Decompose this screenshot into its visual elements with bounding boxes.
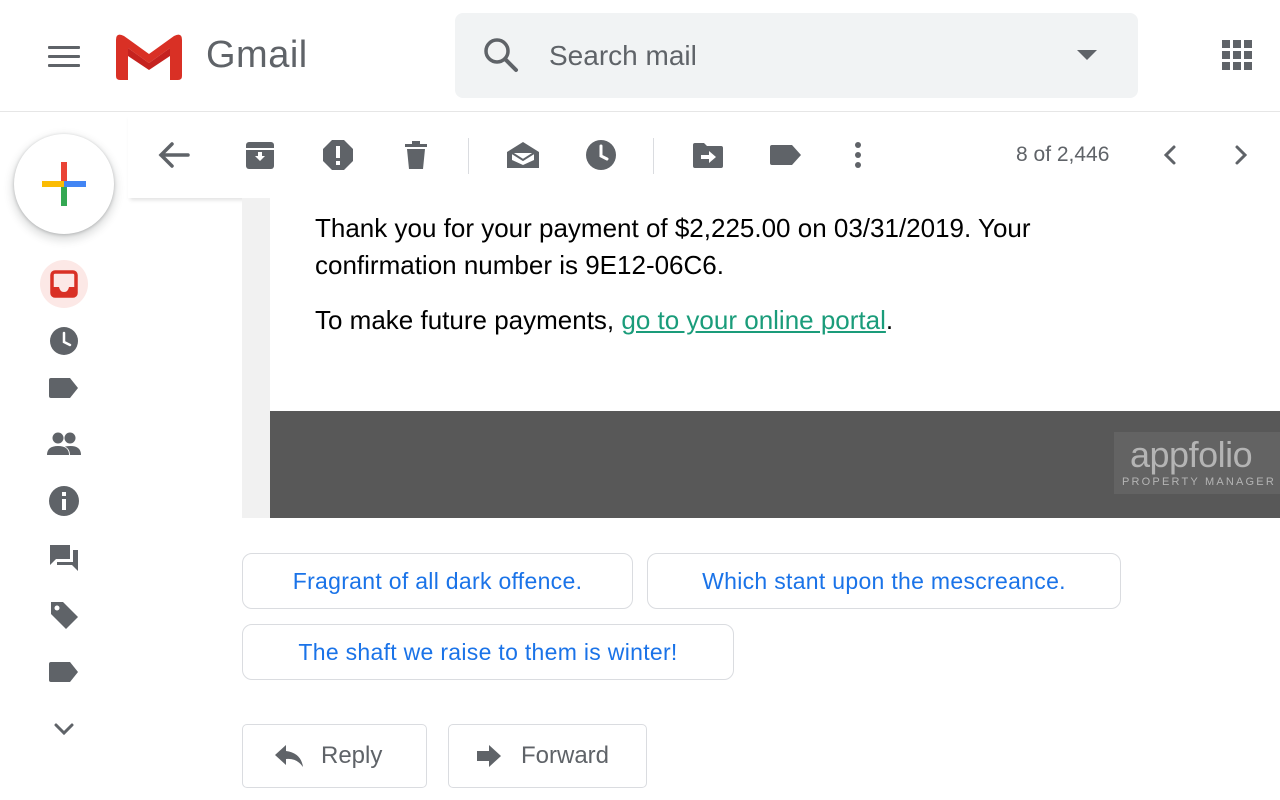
forward-label: Forward bbox=[521, 742, 610, 769]
email-border bbox=[242, 198, 270, 518]
report-spam-icon[interactable] bbox=[318, 135, 358, 175]
payment-confirmation-line2: confirmation number is 9E12-06C6. bbox=[315, 250, 724, 280]
compose-plus-icon bbox=[42, 162, 86, 206]
portal-suffix-text: . bbox=[885, 305, 894, 335]
forums-icon[interactable] bbox=[40, 534, 88, 582]
payment-confirmation-line1: Thank you for your payment of $2,225.00 … bbox=[315, 213, 1031, 243]
gmail-logo-icon bbox=[116, 34, 182, 80]
search-bar bbox=[455, 13, 1138, 98]
chevron-down-icon[interactable] bbox=[40, 705, 88, 753]
top-bar: Gmail bbox=[0, 0, 1280, 112]
forward-button[interactable]: Forward bbox=[448, 724, 647, 788]
appfolio-tagline: PROPERTY MANAGER bbox=[1122, 476, 1276, 488]
message-toolbar: 8 of 2,446 bbox=[128, 112, 1280, 198]
portal-prefix-text: To make future payments, bbox=[315, 305, 622, 335]
reply-button[interactable]: Reply bbox=[242, 724, 427, 788]
archive-icon[interactable] bbox=[240, 135, 280, 175]
app-name: Gmail bbox=[206, 34, 308, 76]
delete-icon[interactable] bbox=[396, 135, 436, 175]
smart-reply-chip-2[interactable]: Which stant upon the mescreance. bbox=[647, 553, 1121, 609]
forward-arrow-icon bbox=[473, 740, 505, 772]
mark-unread-icon[interactable] bbox=[503, 135, 543, 175]
reply-arrow-icon bbox=[273, 740, 305, 772]
search-input[interactable] bbox=[549, 37, 1029, 75]
inbox-icon[interactable] bbox=[40, 260, 88, 308]
info-icon[interactable] bbox=[40, 477, 88, 525]
older-chevron-right-icon[interactable] bbox=[1221, 135, 1261, 175]
google-apps-icon[interactable] bbox=[1222, 40, 1252, 70]
reply-label: Reply bbox=[321, 742, 383, 769]
pagination-count: 8 of 2,446 bbox=[1016, 143, 1110, 166]
snoozed-icon[interactable] bbox=[40, 317, 88, 365]
main-menu-button[interactable] bbox=[44, 38, 84, 74]
more-options-icon[interactable] bbox=[838, 135, 878, 175]
compose-button[interactable] bbox=[14, 134, 114, 234]
appfolio-wordmark: appfolio bbox=[1130, 434, 1253, 475]
label-icon[interactable] bbox=[40, 364, 88, 412]
label-icon-secondary[interactable] bbox=[40, 648, 88, 696]
smart-reply-chip-1[interactable]: Fragrant of all dark offence. bbox=[242, 553, 633, 609]
snooze-clock-icon[interactable] bbox=[581, 135, 621, 175]
move-to-folder-icon[interactable] bbox=[688, 135, 728, 175]
email-body: Thank you for your payment of $2,225.00 … bbox=[270, 198, 1280, 411]
labels-icon[interactable] bbox=[766, 135, 806, 175]
search-options-dropdown-icon[interactable] bbox=[1077, 50, 1097, 60]
appfolio-logo: appfolio PROPERTY MANAGER bbox=[1114, 432, 1280, 494]
contacts-icon[interactable] bbox=[40, 420, 88, 468]
tag-icon[interactable] bbox=[40, 591, 88, 639]
portal-paragraph: To make future payments, go to your onli… bbox=[315, 302, 893, 339]
newer-chevron-left-icon[interactable] bbox=[1150, 135, 1190, 175]
smart-reply-chip-3[interactable]: The shaft we raise to them is winter! bbox=[242, 624, 734, 680]
search-icon[interactable] bbox=[481, 35, 521, 75]
online-portal-link[interactable]: go to your online portal bbox=[621, 305, 886, 335]
back-arrow-icon[interactable] bbox=[154, 135, 194, 175]
